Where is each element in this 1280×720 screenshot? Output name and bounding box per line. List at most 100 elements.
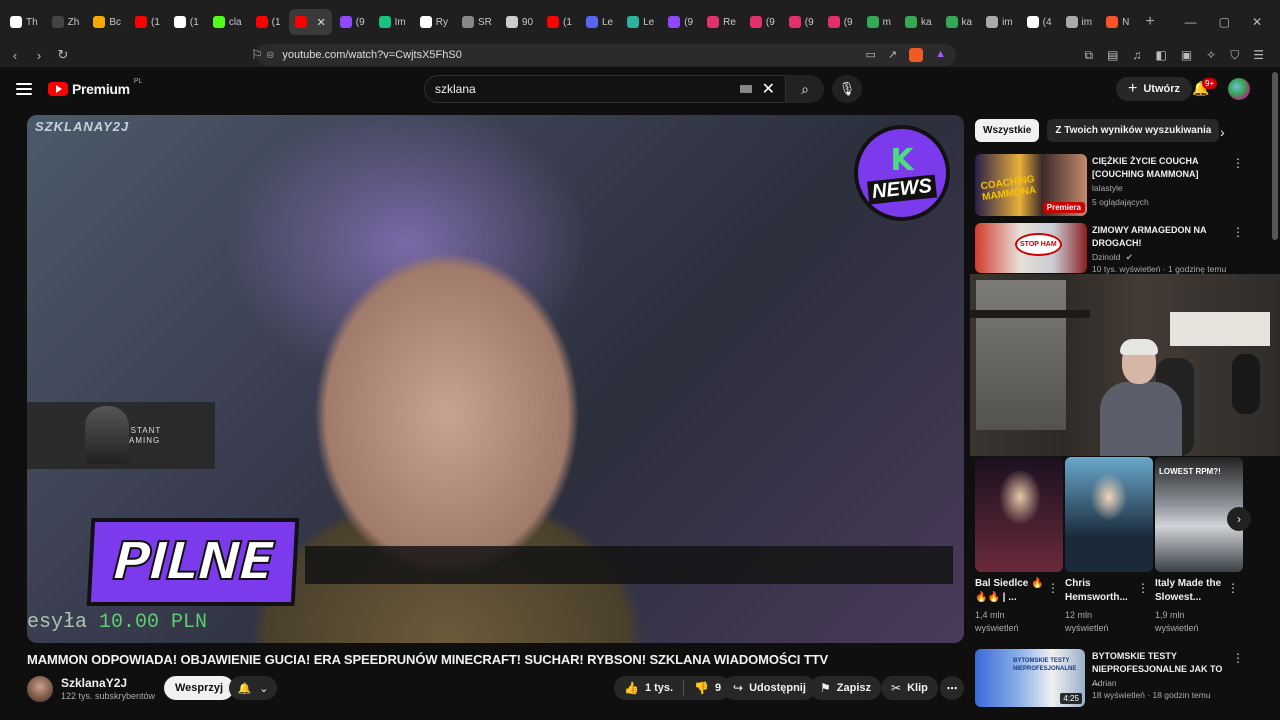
keyboard-icon[interactable] — [739, 85, 752, 93]
cast-icon[interactable]: ▭ — [865, 48, 875, 62]
browser-tab[interactable]: Ry — [414, 9, 454, 35]
like-count[interactable]: 1 tys. — [645, 682, 673, 694]
media-icon[interactable]: ♫ — [1132, 48, 1141, 63]
reader-icon[interactable]: ▤ — [1107, 48, 1118, 63]
browser-tab[interactable]: im — [1060, 9, 1099, 35]
browser-tab[interactable]: Le — [580, 9, 619, 35]
browser-tab[interactable]: Im — [373, 9, 412, 35]
browser-tab[interactable]: (9 — [662, 9, 699, 35]
voice-search-button[interactable]: 🎙 — [832, 75, 862, 103]
browser-tab[interactable]: (1 — [168, 9, 205, 35]
browser-tab[interactable]: Re — [701, 9, 742, 35]
browser-tab[interactable]: (9 — [744, 9, 781, 35]
brave-rewards-icon[interactable]: ▲ — [935, 48, 946, 62]
browser-tab[interactable]: (4 — [1021, 9, 1058, 35]
more-vert-icon[interactable]: ⋮ — [1232, 651, 1244, 665]
search-input[interactable]: szklana ✕ — [424, 75, 786, 103]
wallet-icon[interactable]: ▣ — [1181, 48, 1192, 63]
short-title: Bal Siedlce 🔥🔥🔥 | ... — [975, 578, 1044, 603]
share-button[interactable]: ↪ Udostępnij — [723, 676, 816, 700]
browser-tab[interactable]: ka — [940, 9, 979, 35]
more-vert-icon[interactable]: ⋮ — [1137, 581, 1149, 595]
guide-menu-icon[interactable] — [16, 83, 32, 95]
chip-from-search[interactable]: Z Twoich wyników wyszukiwania — [1047, 119, 1220, 142]
notifications-badge: 9+ — [1202, 78, 1218, 89]
browser-tab[interactable]: 90 — [500, 9, 539, 35]
browser-tab[interactable]: (9 — [783, 9, 820, 35]
new-tab-button[interactable]: + — [1137, 13, 1162, 31]
url-bar[interactable]: ⊜ youtube.com/watch?v=CwjtsX5FhS0 ▭ ↗ ▲ — [256, 44, 956, 66]
short-thumbnail[interactable] — [975, 457, 1063, 572]
maximize-icon[interactable]: ▢ — [1219, 15, 1230, 29]
more-vert-icon[interactable]: ⋮ — [1047, 581, 1059, 595]
page-scrollbar[interactable] — [1272, 72, 1278, 240]
vpn-icon[interactable]: ⛉ — [1230, 48, 1239, 63]
browser-tab[interactable]: (1 — [541, 9, 578, 35]
chip-all[interactable]: Wszystkie — [975, 119, 1040, 142]
more-vert-icon[interactable]: ⋮ — [1232, 156, 1244, 170]
search-icon: ⌕ — [801, 80, 809, 97]
more-actions-button[interactable]: ⋯ — [940, 676, 964, 700]
minimize-icon[interactable]: — — [1185, 15, 1197, 29]
browser-tab[interactable]: SR — [456, 9, 498, 35]
browser-tab[interactable]: cla — [207, 9, 248, 35]
menu-icon[interactable]: ☰ — [1253, 48, 1264, 63]
related-video[interactable]: COACHING MAMMONA Premiera CIĘŻKIE ŻYCIE … — [975, 154, 1255, 216]
browser-tab[interactable]: im — [980, 9, 1019, 35]
dislike-icon[interactable]: 👎 — [694, 681, 709, 695]
browser-tab[interactable]: Le — [621, 9, 660, 35]
related-title: ZIMOWY ARMAGEDON NA DROGACH! — [1092, 225, 1207, 248]
tab-favicon-icon — [135, 16, 148, 28]
search-button[interactable]: ⌕ — [786, 75, 824, 103]
browser-tab[interactable]: N — [1100, 9, 1135, 35]
channel-avatar[interactable] — [27, 676, 53, 702]
share-label: Udostępnij — [749, 682, 806, 694]
site-info-icon[interactable]: ⊜ — [266, 50, 274, 61]
support-button[interactable]: Wesprzyj — [164, 676, 235, 700]
like-icon[interactable]: 👍 — [624, 681, 639, 695]
create-button[interactable]: + Utwórz — [1116, 77, 1193, 101]
browser-tab[interactable]: Bc — [87, 9, 127, 35]
video-thumbnail[interactable]: COACHING MAMMONA Premiera — [975, 154, 1087, 216]
account-avatar[interactable] — [1228, 78, 1250, 100]
browser-tab[interactable]: Th — [4, 9, 44, 35]
tab-label: im — [1002, 16, 1013, 28]
share-page-icon[interactable]: ↗ — [888, 48, 897, 62]
forward-icon[interactable]: › — [32, 48, 46, 63]
browser-tab[interactable]: m — [861, 9, 897, 35]
tab-favicon-icon — [339, 16, 352, 28]
reload-icon[interactable]: ↻ — [56, 47, 70, 63]
subscription-bell-button[interactable]: 🔔 ⌄ — [229, 676, 277, 700]
video-player[interactable]: SZKLANAY2J K NEWS INSTANT GAMING PILNE e… — [27, 115, 964, 643]
clip-button[interactable]: ✂ Klip — [881, 676, 938, 700]
extensions-icon[interactable]: ⧉ — [1085, 48, 1094, 63]
save-button[interactable]: ⚑ Zapisz — [810, 676, 881, 700]
shorts-next-button[interactable]: › — [1227, 507, 1251, 531]
browser-tab[interactable]: Zh — [46, 9, 86, 35]
clear-search-icon[interactable]: ✕ — [762, 79, 775, 99]
video-thumbnail[interactable]: STOP HAM — [975, 223, 1087, 273]
browser-tab[interactable]: ka — [899, 9, 938, 35]
browser-tab[interactable]: ✕ — [288, 9, 332, 35]
more-vert-icon[interactable]: ⋮ — [1227, 581, 1239, 595]
browser-tab[interactable]: (1 — [129, 9, 166, 35]
close-window-icon[interactable]: ✕ — [1252, 15, 1262, 29]
bookmark-icon[interactable]: ⚐ — [250, 47, 264, 63]
video-thumbnail[interactable]: BYTOMSKIE TESTY NIEPROFESJONALNE 4:25 — [975, 649, 1085, 707]
leo-icon[interactable]: ✧ — [1206, 48, 1216, 63]
browser-address-row: ‹ › ↻ ⚐ ⊜ youtube.com/watch?v=CwjtsX5FhS… — [0, 43, 1280, 67]
browser-tab[interactable]: (9 — [334, 9, 371, 35]
related-video[interactable]: BYTOMSKIE TESTY NIEPROFESJONALNE 4:25 BY… — [975, 649, 1255, 707]
browser-tab[interactable]: (9 — [822, 9, 859, 35]
sidebar-icon[interactable]: ◧ — [1155, 48, 1166, 63]
brave-shields-icon[interactable] — [909, 48, 924, 62]
back-icon[interactable]: ‹ — [8, 48, 22, 63]
browser-tab[interactable]: (1 — [250, 9, 287, 35]
close-tab-icon[interactable]: ✕ — [317, 16, 326, 29]
channel-name[interactable]: SzklanaY2J — [61, 676, 127, 690]
more-vert-icon[interactable]: ⋮ — [1232, 225, 1244, 239]
dislike-count[interactable]: 9 — [715, 682, 721, 694]
chips-next-icon[interactable]: › — [1220, 124, 1225, 140]
youtube-logo[interactable]: Premium PL — [48, 78, 142, 97]
short-thumbnail[interactable] — [1065, 457, 1153, 572]
